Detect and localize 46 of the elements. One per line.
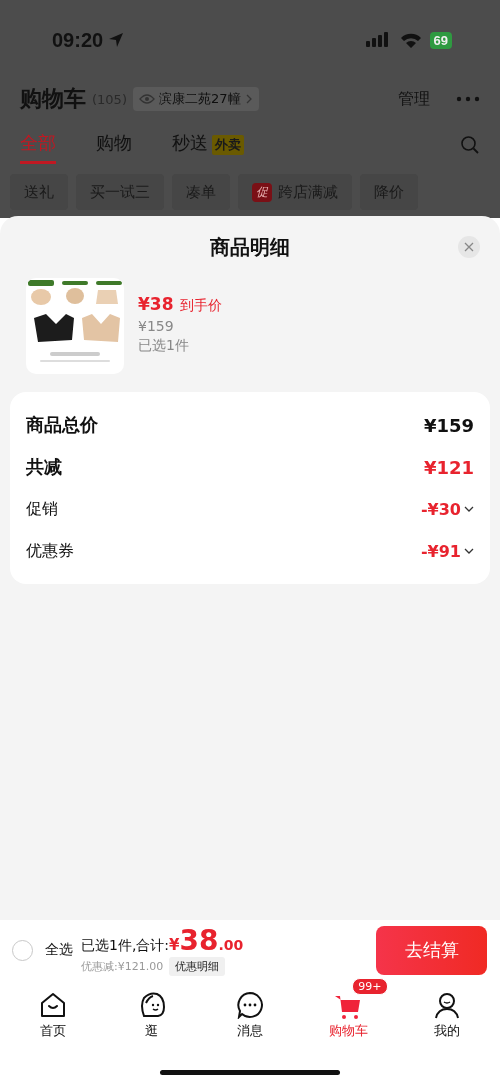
price-note: 到手价: [179, 297, 222, 315]
discount-detail-button[interactable]: 优惠明细: [169, 957, 226, 976]
sheet-title: 商品明细: [210, 233, 290, 261]
chevron-icon[interactable]: [464, 505, 474, 513]
row-label: 优惠券: [26, 540, 74, 562]
row-value: ¥121: [423, 456, 474, 478]
checkout-button[interactable]: 去结算: [376, 925, 487, 975]
row-label: 共减: [26, 455, 62, 479]
nav-tab[interactable]: 购物车: [328, 1021, 368, 1040]
person-icon[interactable]: [432, 990, 461, 1019]
selected-count: 已选1件: [138, 337, 190, 355]
location-icon: [107, 31, 126, 49]
chevron-icon[interactable]: [464, 547, 474, 555]
row-value: -¥30: [420, 499, 461, 519]
tab[interactable]: 秒送: [172, 126, 208, 164]
wifi-icon: [399, 32, 422, 48]
cart-icon[interactable]: [335, 995, 362, 1019]
address-chip[interactable]: 滨康二苑27幢: [132, 87, 259, 111]
tab-badge: 外卖: [212, 135, 244, 155]
manage-button[interactable]: 管理: [398, 88, 430, 110]
tab[interactable]: 购物: [96, 126, 132, 164]
close-icon: [464, 242, 474, 252]
discount-total: 优惠减:¥121.00: [81, 959, 164, 974]
battery-indicator: 69: [429, 31, 452, 49]
home-icon[interactable]: [39, 990, 68, 1019]
deal-price: ¥38: [138, 294, 174, 314]
address-text: 滨康二苑27幢: [158, 90, 241, 108]
select-all-label: 全选: [45, 941, 73, 959]
promo-tag: 促: [252, 182, 272, 202]
chat-bubble-icon[interactable]: [235, 990, 264, 1019]
row-label: 商品总价: [26, 413, 98, 437]
row-value: -¥91: [420, 541, 461, 561]
nav-tab[interactable]: 我的: [433, 1021, 460, 1040]
nav-tab[interactable]: 首页: [40, 1021, 67, 1040]
total-amount: ¥38.00: [169, 924, 244, 957]
status-time: 09:20: [52, 28, 104, 52]
nav-tab[interactable]: 逛: [145, 1021, 159, 1040]
nav-tab[interactable]: 消息: [236, 1021, 263, 1040]
total-label: 已选1件,合计:: [81, 937, 170, 955]
row-value: ¥159: [423, 414, 474, 436]
close-button[interactable]: [458, 236, 480, 258]
eye-icon: [138, 93, 155, 105]
row-label: 促销: [26, 498, 58, 520]
original-price: ¥159: [138, 318, 175, 334]
chevron-icon: [244, 94, 253, 104]
page-title: 购物车: [20, 85, 86, 113]
